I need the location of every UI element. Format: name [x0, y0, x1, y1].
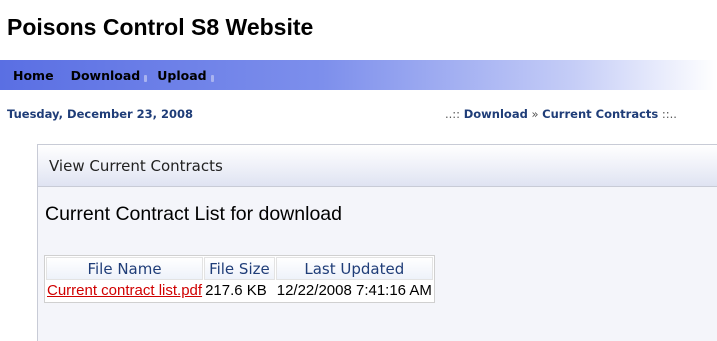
nav-home[interactable]: Home	[4, 68, 62, 83]
site-title: Poisons Control S8 Website	[7, 14, 314, 40]
dropdown-indicator-icon	[210, 74, 214, 82]
files-table: File Name File Size Last Updated Current…	[44, 255, 435, 303]
file-name-cell: Current contract list.pdf	[46, 281, 203, 301]
page-heading: Current Contract List for download	[45, 203, 342, 225]
content-panel: View Current Contracts Current Contract …	[37, 144, 717, 341]
dropdown-indicator-icon	[144, 74, 148, 82]
breadcrumb-separator: »	[531, 107, 539, 121]
main-nav-bar: Home Download Upload	[0, 60, 717, 90]
file-download-link[interactable]: Current contract list.pdf	[47, 282, 202, 299]
last-updated-cell: 12/22/2008 7:41:16 AM	[276, 282, 432, 299]
nav-home-label: Home	[13, 67, 54, 83]
nav-upload[interactable]: Upload	[148, 68, 214, 83]
current-date: Tuesday, December 23, 2008	[7, 107, 194, 121]
breadcrumb-current-contracts: Current Contracts	[542, 107, 659, 121]
breadcrumb-suffix: ::..	[661, 107, 677, 121]
breadcrumb-prefix: ..::	[445, 107, 461, 121]
panel-title: View Current Contracts	[49, 156, 223, 175]
column-header-file-size[interactable]: File Size	[204, 257, 275, 280]
breadcrumb: ..:: Download » Current Contracts ::..	[445, 107, 677, 121]
nav-download-label: Download	[70, 67, 141, 83]
file-size-cell: 217.6 KB	[205, 282, 267, 299]
table-header-row: File Name File Size Last Updated	[46, 257, 433, 280]
nav-upload-label: Upload	[157, 67, 207, 83]
panel-header: View Current Contracts	[38, 145, 717, 187]
breadcrumb-download[interactable]: Download	[464, 107, 528, 121]
column-header-last-updated[interactable]: Last Updated	[275, 257, 433, 280]
nav-download[interactable]: Download	[62, 68, 149, 83]
column-header-file-name[interactable]: File Name	[46, 257, 204, 280]
table-row: Current contract list.pdf 217.6 KB 12/22…	[46, 281, 433, 301]
